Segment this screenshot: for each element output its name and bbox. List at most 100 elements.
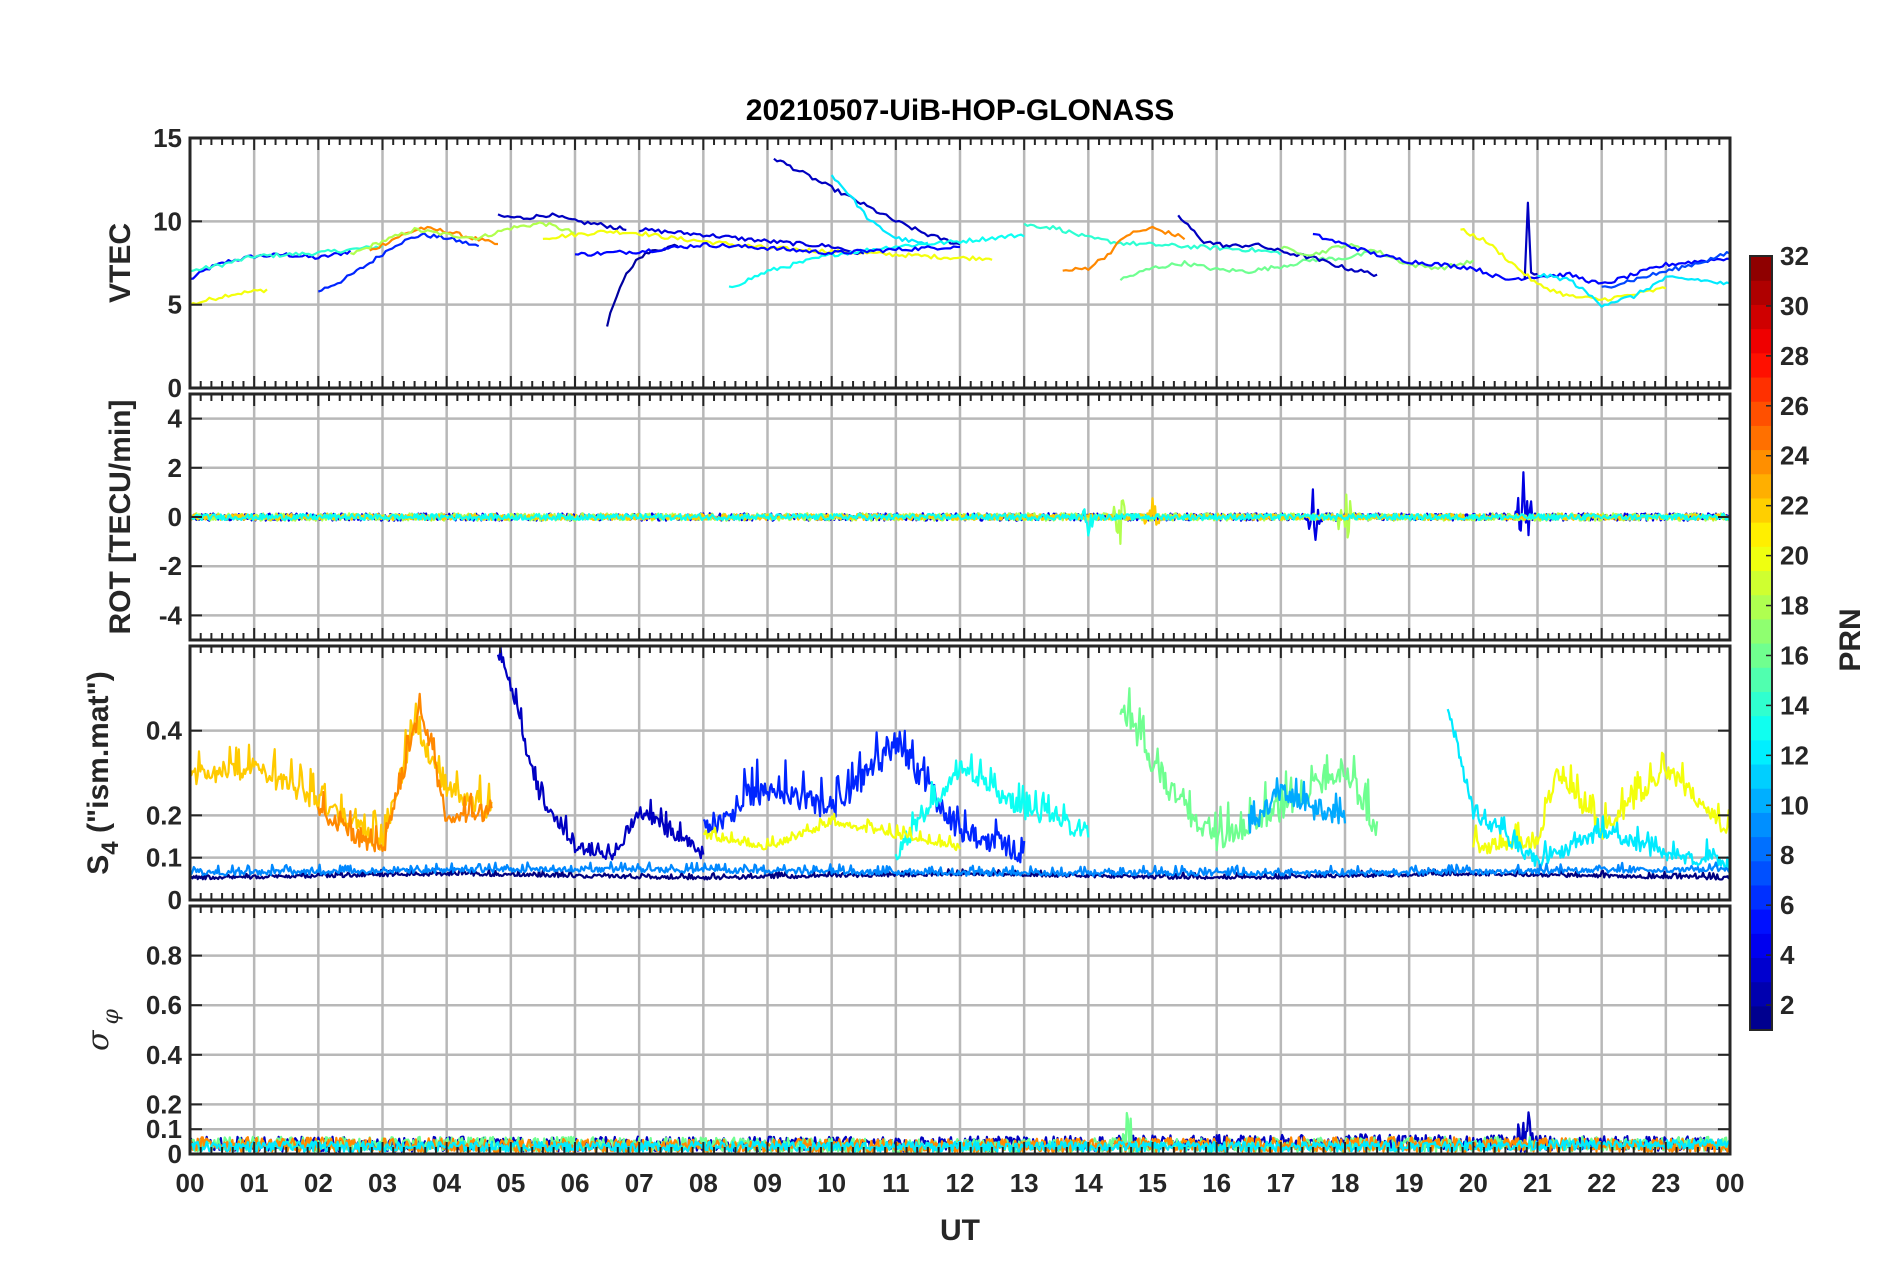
colorbar-swatch xyxy=(1750,304,1772,330)
x-tick-label: 07 xyxy=(625,1168,654,1198)
y-axis-label-sigma_phi: σφ xyxy=(81,1008,124,1050)
colorbar-tick-label: 18 xyxy=(1780,591,1809,621)
y-axis-label-rot: ROT [TECU/min] xyxy=(104,400,137,635)
y-tick-label-s4: 0.1 xyxy=(146,843,182,873)
x-tick-label: 18 xyxy=(1331,1168,1360,1198)
colorbar-tick-label: 10 xyxy=(1780,790,1809,820)
colorbar-swatch xyxy=(1750,522,1772,547)
colorbar-swatch xyxy=(1750,473,1772,499)
chart-title: 20210507-UiB-HOP-GLONASS xyxy=(746,94,1174,127)
x-tick-label: 08 xyxy=(689,1168,718,1198)
colorbar-swatch xyxy=(1750,812,1772,838)
y-tick-label-sigma_phi: 0.2 xyxy=(146,1089,182,1119)
y-tick-label-vtec: 15 xyxy=(153,123,182,153)
x-axis-label: UT xyxy=(940,1214,980,1247)
y-tick-label-rot: 4 xyxy=(168,404,183,434)
x-tick-label: 01 xyxy=(240,1168,269,1198)
y-tick-label-vtec: 5 xyxy=(168,290,182,320)
colorbar-swatch xyxy=(1750,497,1772,523)
x-tick-label: 22 xyxy=(1587,1168,1616,1198)
x-tick-label: 20 xyxy=(1459,1168,1488,1198)
colorbar-swatch xyxy=(1750,618,1772,644)
x-tick-label: 13 xyxy=(1010,1168,1039,1198)
colorbar-tick-label: 28 xyxy=(1780,341,1809,371)
colorbar-swatch xyxy=(1750,933,1772,959)
colorbar-tick-label: 14 xyxy=(1780,690,1809,720)
x-tick-label: 17 xyxy=(1266,1168,1295,1198)
x-tick-label: 09 xyxy=(753,1168,782,1198)
colorbar-swatch xyxy=(1750,667,1772,692)
y-tick-label-sigma_phi: 0.6 xyxy=(146,990,182,1020)
colorbar-tick-label: 20 xyxy=(1780,541,1809,571)
colorbar: PRN 2468101214161820222426283032 xyxy=(1749,241,1867,1031)
colorbar-swatch xyxy=(1750,909,1772,934)
colorbar-swatch xyxy=(1750,836,1772,862)
colorbar-tick-label: 6 xyxy=(1780,890,1794,920)
y-tick-label-s4: 0.2 xyxy=(146,800,182,830)
colorbar-tick-label: 16 xyxy=(1780,640,1809,670)
colorbar-tick-label: 26 xyxy=(1780,391,1809,421)
x-tick-label: 05 xyxy=(496,1168,525,1198)
colorbar-swatch xyxy=(1750,425,1772,451)
x-tick-label: 14 xyxy=(1074,1168,1103,1198)
colorbar-swatch xyxy=(1750,1005,1772,1031)
y-tick-label-rot: -4 xyxy=(159,600,183,630)
x-tick-label: 15 xyxy=(1138,1168,1167,1198)
colorbar-swatch xyxy=(1750,715,1772,741)
colorbar-swatch xyxy=(1750,256,1772,281)
x-tick-label: 00 xyxy=(176,1168,205,1198)
colorbar-swatch xyxy=(1750,691,1772,717)
x-tick-label: 10 xyxy=(817,1168,846,1198)
y-tick-label-vtec: 10 xyxy=(153,206,182,236)
colorbar-swatch xyxy=(1750,328,1772,354)
x-tick-label: 12 xyxy=(946,1168,975,1198)
x-tick-label: 00 xyxy=(1716,1168,1745,1198)
colorbar-swatch xyxy=(1750,860,1772,886)
colorbar-swatch xyxy=(1750,788,1772,813)
colorbar-swatch xyxy=(1750,401,1772,426)
colorbar-tick-label: 30 xyxy=(1780,291,1809,321)
x-tick-label: 03 xyxy=(368,1168,397,1198)
y-tick-label-rot: 2 xyxy=(168,453,182,483)
colorbar-swatch xyxy=(1750,376,1772,402)
colorbar-tick-label: 22 xyxy=(1780,491,1809,521)
x-tick-label: 21 xyxy=(1523,1168,1552,1198)
y-tick-label-s4: 0.4 xyxy=(146,716,183,746)
panel-rot: -4 -2 0 2 4 ROT [TECU/min] xyxy=(104,392,1732,642)
colorbar-swatch xyxy=(1750,570,1772,596)
colorbar-swatch xyxy=(1750,546,1772,572)
colorbar-swatch xyxy=(1750,449,1772,475)
x-tick-label: 04 xyxy=(432,1168,461,1198)
x-axis: UT 00 01 02 03 04 05 06 07 08 09 10 11 12 13 14 15 16 17 1… xyxy=(176,1168,1745,1247)
x-tick-label: 23 xyxy=(1651,1168,1680,1198)
panels: 0 5 10 15 VTEC -4 -2 0 2 4 ROT [TECU/min] 0 0.1 0.2 0.… xyxy=(81,123,1732,1169)
colorbar-tick-label: 2 xyxy=(1780,990,1794,1020)
x-tick-label: 11 xyxy=(882,1168,910,1198)
colorbar-swatch xyxy=(1750,280,1772,305)
colorbar-swatch xyxy=(1750,739,1772,765)
colorbar-label: PRN xyxy=(1834,608,1867,671)
y-tick-label-vtec: 0 xyxy=(168,373,182,403)
y-tick-label-rot: -2 xyxy=(159,551,182,581)
panel-s4: 0 0.1 0.2 0.4 S4 ("ism.mat") xyxy=(82,644,1732,915)
x-tick-label: 19 xyxy=(1395,1168,1424,1198)
x-tick-label: 02 xyxy=(304,1168,333,1198)
colorbar-swatch xyxy=(1750,957,1772,983)
y-tick-label-sigma_phi: 0.8 xyxy=(146,941,182,971)
y-tick-label-rot: 0 xyxy=(168,502,182,532)
panel-sigma_phi: 00.10.20.40.60.8σφ xyxy=(81,904,1732,1169)
colorbar-swatch xyxy=(1750,763,1772,789)
x-tick-label: 06 xyxy=(561,1168,590,1198)
x-tick-label: 16 xyxy=(1202,1168,1231,1198)
colorbar-tick-label: 4 xyxy=(1780,940,1795,970)
colorbar-tick-label: 24 xyxy=(1780,441,1809,471)
y-axis-label-s4: S4 ("ism.mat") xyxy=(82,671,124,875)
colorbar-swatch xyxy=(1750,594,1772,620)
colorbar-swatch xyxy=(1750,981,1772,1007)
colorbar-swatch xyxy=(1750,884,1772,910)
y-tick-label-s4: 0 xyxy=(168,885,182,915)
colorbar-tick-label: 8 xyxy=(1780,840,1794,870)
colorbar-tick-label: 12 xyxy=(1780,740,1809,770)
y-axis-label-vtec: VTEC xyxy=(104,223,137,303)
figure: 20210507-UiB-HOP-GLONASS 051015VTEC-4-20… xyxy=(81,94,1867,1247)
